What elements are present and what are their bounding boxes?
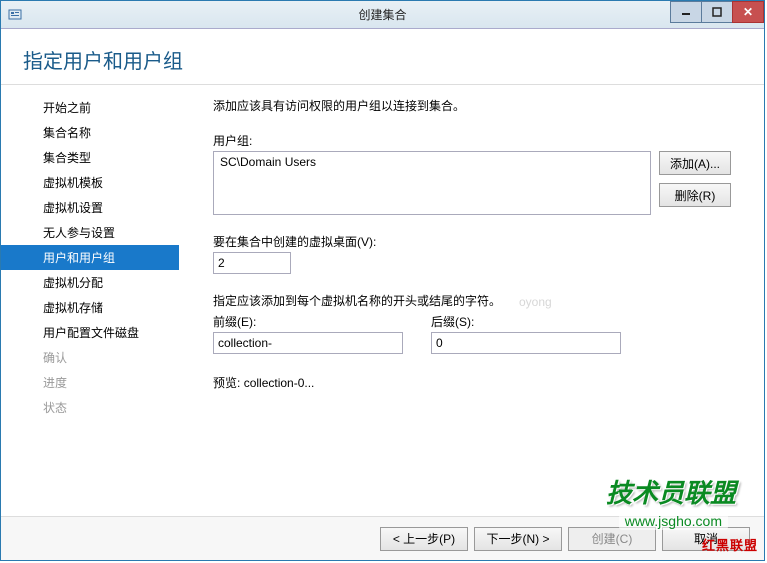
- window-title: 创建集合: [358, 6, 406, 23]
- wizard-window: 创建集合 ✕ 指定用户和用户组 开始之前 集合名称 集合类型 虚拟机模板 虚拟机…: [0, 0, 765, 561]
- list-item[interactable]: SC\Domain Users: [218, 154, 646, 170]
- vd-count-label: 要在集合中创建的虚拟桌面(V):: [213, 233, 746, 250]
- prev-button[interactable]: < 上一步(P): [380, 527, 468, 551]
- vd-count-input[interactable]: [213, 252, 291, 274]
- user-group-listbox[interactable]: SC\Domain Users: [213, 151, 651, 215]
- nav-status: 状态: [1, 395, 179, 420]
- nav-vm-storage[interactable]: 虚拟机存储: [1, 295, 179, 320]
- instruction-text: 添加应该具有访问权限的用户组以连接到集合。: [213, 97, 746, 114]
- app-icon: [7, 7, 23, 23]
- naming-instruction: 指定应该添加到每个虚拟机名称的开头或结尾的字符。: [213, 292, 746, 309]
- wizard-footer: < 上一步(P) 下一步(N) > 创建(C) 取消: [1, 516, 764, 560]
- nav-vm-settings[interactable]: 虚拟机设置: [1, 195, 179, 220]
- preview-label: 预览:: [213, 376, 240, 390]
- user-group-label: 用户组:: [213, 132, 746, 149]
- nav-before-begin[interactable]: 开始之前: [1, 95, 179, 120]
- titlebar: 创建集合 ✕: [1, 1, 764, 29]
- content-area: 指定用户和用户组 开始之前 集合名称 集合类型 虚拟机模板 虚拟机设置 无人参与…: [1, 29, 764, 560]
- nav-collection-name[interactable]: 集合名称: [1, 120, 179, 145]
- suffix-input[interactable]: [431, 332, 621, 354]
- preview-value: collection-0...: [244, 376, 315, 390]
- nav-users-groups[interactable]: 用户和用户组: [1, 245, 179, 270]
- nav-progress: 进度: [1, 370, 179, 395]
- nav-unattended[interactable]: 无人参与设置: [1, 220, 179, 245]
- minimize-button[interactable]: [670, 1, 702, 23]
- maximize-button[interactable]: [701, 1, 733, 23]
- nav-user-profile-disks[interactable]: 用户配置文件磁盘: [1, 320, 179, 345]
- next-button[interactable]: 下一步(N) >: [474, 527, 562, 551]
- suffix-label: 后缀(S):: [431, 313, 621, 330]
- page-title: 指定用户和用户组: [23, 45, 742, 74]
- page-header: 指定用户和用户组: [1, 29, 764, 85]
- main-panel: 添加应该具有访问权限的用户组以连接到集合。 用户组: SC\Domain Use…: [179, 85, 764, 516]
- nav-confirm: 确认: [1, 345, 179, 370]
- add-button[interactable]: 添加(A)...: [659, 151, 731, 175]
- nav-vm-template[interactable]: 虚拟机模板: [1, 170, 179, 195]
- cancel-button[interactable]: 取消: [662, 527, 750, 551]
- prefix-input[interactable]: [213, 332, 403, 354]
- create-button: 创建(C): [568, 527, 656, 551]
- wizard-nav: 开始之前 集合名称 集合类型 虚拟机模板 虚拟机设置 无人参与设置 用户和用户组…: [1, 85, 179, 516]
- remove-button[interactable]: 删除(R): [659, 183, 731, 207]
- wizard-body: 开始之前 集合名称 集合类型 虚拟机模板 虚拟机设置 无人参与设置 用户和用户组…: [1, 85, 764, 516]
- prefix-label: 前缀(E):: [213, 313, 403, 330]
- nav-vm-allocation[interactable]: 虚拟机分配: [1, 270, 179, 295]
- nav-collection-type[interactable]: 集合类型: [1, 145, 179, 170]
- window-controls: ✕: [671, 1, 764, 23]
- close-button[interactable]: ✕: [732, 1, 764, 23]
- preview-row: 预览: collection-0...: [213, 374, 746, 391]
